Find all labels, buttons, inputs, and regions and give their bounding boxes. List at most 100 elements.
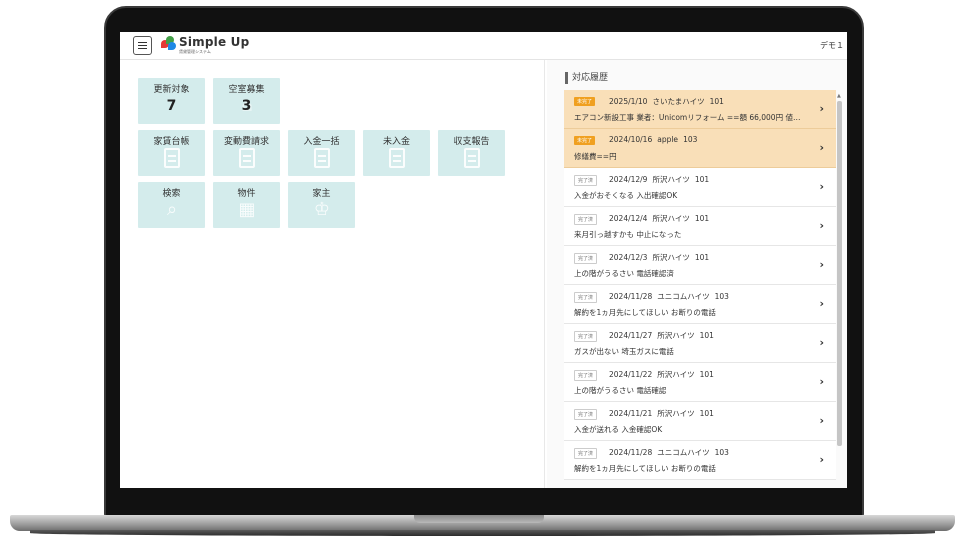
history-room: 103 — [683, 135, 698, 144]
history-item[interactable]: 完了済 2024/11/28 ユニコムハイツ 103 解約を1ヵ月先にしてほしい お… — [564, 441, 836, 480]
tile-label: 収支報告 — [453, 137, 490, 147]
history-item-header: 2024/12/4 所沢ハイツ 101 — [609, 213, 714, 224]
history-property: さいたまハイツ — [652, 97, 705, 106]
history-note: エアコン新設工事 業者：Unicomリフォーム ==額 66,000円 値下げ.… — [574, 113, 806, 122]
ledger-icon — [164, 148, 180, 168]
history-room: 101 — [699, 331, 714, 340]
history-room: 103 — [714, 292, 729, 301]
history-property: ユニコムハイツ — [657, 292, 710, 301]
status-badge: 完了済 — [574, 331, 598, 342]
tile-vacancy-listing[interactable]: ⌂ 空室募集 3 — [213, 78, 280, 124]
brand-subtitle: 賃貸管理システム — [179, 49, 211, 54]
building-icon: ▦ — [238, 199, 256, 220]
history-item[interactable]: 完了済 2024/11/28 ユニコムハイツ 103 解約を1ヵ月先にしてほしい お… — [564, 285, 836, 324]
history-note: 入金が送れる 入金確認OK — [574, 425, 663, 434]
history-scrollbar[interactable]: ▲ — [837, 93, 842, 478]
history-room: 101 — [699, 409, 714, 418]
history-item[interactable]: 完了済 2024/11/27 所沢ハイツ 101 ガスが出ない 埼玉ガスに電話 › — [564, 324, 836, 363]
status-badge: 完了済 — [574, 448, 598, 459]
tile-rent-ledger[interactable]: 家賃台帳 — [138, 130, 205, 176]
status-badge: 未完了 — [574, 97, 596, 106]
history-panel: 対応履歴 未完了 2025/1/10 さいたまハイツ 101 エアコン新設工事 業者… — [547, 60, 847, 488]
history-list: 未完了 2025/1/10 さいたまハイツ 101 エアコン新設工事 業者：Unic… — [564, 90, 836, 480]
history-item-header: 2024/12/3 所沢ハイツ 101 — [609, 252, 714, 263]
tile-variable-cost-billing[interactable]: 変動費請求 — [213, 130, 280, 176]
scroll-up-icon[interactable]: ▲ — [837, 93, 841, 99]
history-property: 所沢ハイツ — [657, 370, 695, 379]
hamburger-icon — [138, 42, 147, 49]
report-icon — [464, 148, 480, 168]
chevron-right-icon: › — [819, 219, 824, 232]
tile-bulk-payment[interactable]: 入金一括 — [288, 130, 355, 176]
history-item-header: 2024/11/27 所沢ハイツ 101 — [609, 330, 719, 341]
history-property: 所沢ハイツ — [652, 253, 690, 262]
tile-label: 変動費請求 — [223, 137, 269, 147]
tile-unpaid[interactable]: 未入金 — [363, 130, 430, 176]
history-note: 解約を1ヵ月先にしてほしい お断りの電話 — [574, 308, 716, 317]
status-badge: 完了済 — [574, 214, 598, 225]
history-date: 2024/12/4 — [609, 214, 648, 223]
chevron-right-icon: › — [819, 375, 824, 388]
history-date: 2024/11/27 — [609, 331, 653, 340]
history-date: 2024/12/9 — [609, 175, 648, 184]
history-date: 2024/10/16 — [609, 135, 653, 144]
tile-count: 3 — [241, 98, 252, 114]
history-item-header: 2024/11/21 所沢ハイツ 101 — [609, 408, 719, 419]
history-item[interactable]: 完了済 2024/11/21 所沢ハイツ 101 入金が送れる 入金確認OK › — [564, 402, 836, 441]
bulk-payment-icon — [314, 148, 330, 168]
unpaid-icon — [389, 148, 405, 168]
history-note: 来月引っ越すかも 中止になった — [574, 230, 682, 239]
history-note: 入金がおそくなる 入出確認OK — [574, 191, 678, 200]
history-room: 101 — [694, 214, 710, 223]
user-menu[interactable]: デモ１ — [820, 40, 847, 51]
status-badge: 未完了 — [574, 136, 596, 145]
history-item[interactable]: 完了済 2024/12/3 所沢ハイツ 101 上の階がうるさい 電話確認済 › — [564, 246, 836, 285]
history-room: 101 — [709, 97, 724, 106]
brand-logo[interactable]: Simple Up 賃貸管理システム — [161, 35, 249, 54]
status-badge: 完了済 — [574, 409, 598, 420]
history-date: 2024/11/22 — [609, 370, 653, 379]
history-item[interactable]: 未完了 2025/1/10 さいたまハイツ 101 エアコン新設工事 業者：Unic… — [564, 90, 836, 129]
tile-label: 家主 — [312, 189, 331, 199]
tile-search[interactable]: 検索 ⌕ — [138, 182, 205, 228]
hamburger-menu-button[interactable] — [133, 36, 152, 55]
chevron-right-icon: › — [819, 336, 824, 349]
history-property: ユニコムハイツ — [657, 448, 710, 457]
brand-name: Simple Up — [179, 35, 250, 49]
chevron-right-icon: › — [819, 258, 824, 271]
history-room: 101 — [694, 175, 710, 184]
tile-income-report[interactable]: 収支報告 — [438, 130, 505, 176]
tile-renewal-targets[interactable]: 更新対象 7 — [138, 78, 205, 124]
chevron-right-icon: › — [819, 141, 824, 154]
tile-label: 検索 — [162, 189, 181, 199]
scroll-thumb[interactable] — [837, 101, 842, 446]
status-badge: 完了済 — [574, 292, 598, 303]
history-item[interactable]: 完了済 2024/12/9 所沢ハイツ 101 入金がおそくなる 入出確認OK › — [564, 168, 836, 207]
history-room: 101 — [694, 253, 710, 262]
history-room: 103 — [714, 448, 729, 457]
history-note: 上の階がうるさい 電話確認済 — [574, 269, 674, 278]
owner-icon: ♔ — [313, 199, 331, 220]
search-icon: ⌕ — [166, 199, 178, 220]
tile-label: 更新対象 — [153, 85, 190, 95]
history-item[interactable]: 完了済 2024/12/4 所沢ハイツ 101 来月引っ越すかも 中止になった › — [564, 207, 836, 246]
tile-label: 空室募集 — [228, 85, 265, 95]
tile-landlords[interactable]: 家主 ♔ — [288, 182, 355, 228]
history-item-header: 2024/11/28 ユニコムハイツ 103 — [609, 291, 734, 302]
history-date: 2024/11/28 — [609, 292, 653, 301]
history-note: 解約を1ヵ月先にしてほしい お断りの電話 — [574, 464, 716, 473]
tile-properties[interactable]: 物件 ▦ — [213, 182, 280, 228]
status-badge: 完了済 — [574, 175, 598, 186]
history-date: 2025/1/10 — [609, 97, 648, 106]
logo-mark-icon — [161, 36, 176, 51]
history-property: 所沢ハイツ — [657, 409, 695, 418]
history-title: 対応履歴 — [565, 72, 608, 84]
history-property: apple — [657, 135, 679, 144]
history-item[interactable]: 未完了 2024/10/16 apple 103 修繕費==円 › — [564, 129, 836, 168]
history-item-header: 2025/1/10 さいたまハイツ 101 — [609, 96, 729, 107]
tile-label: 家賃台帳 — [153, 137, 190, 147]
history-item[interactable]: 完了済 2024/11/22 所沢ハイツ 101 上の階がうるさい 電話確認 › — [564, 363, 836, 402]
user-name: デモ１ — [820, 41, 844, 50]
history-date: 2024/12/3 — [609, 253, 648, 262]
chevron-right-icon: › — [819, 297, 824, 310]
